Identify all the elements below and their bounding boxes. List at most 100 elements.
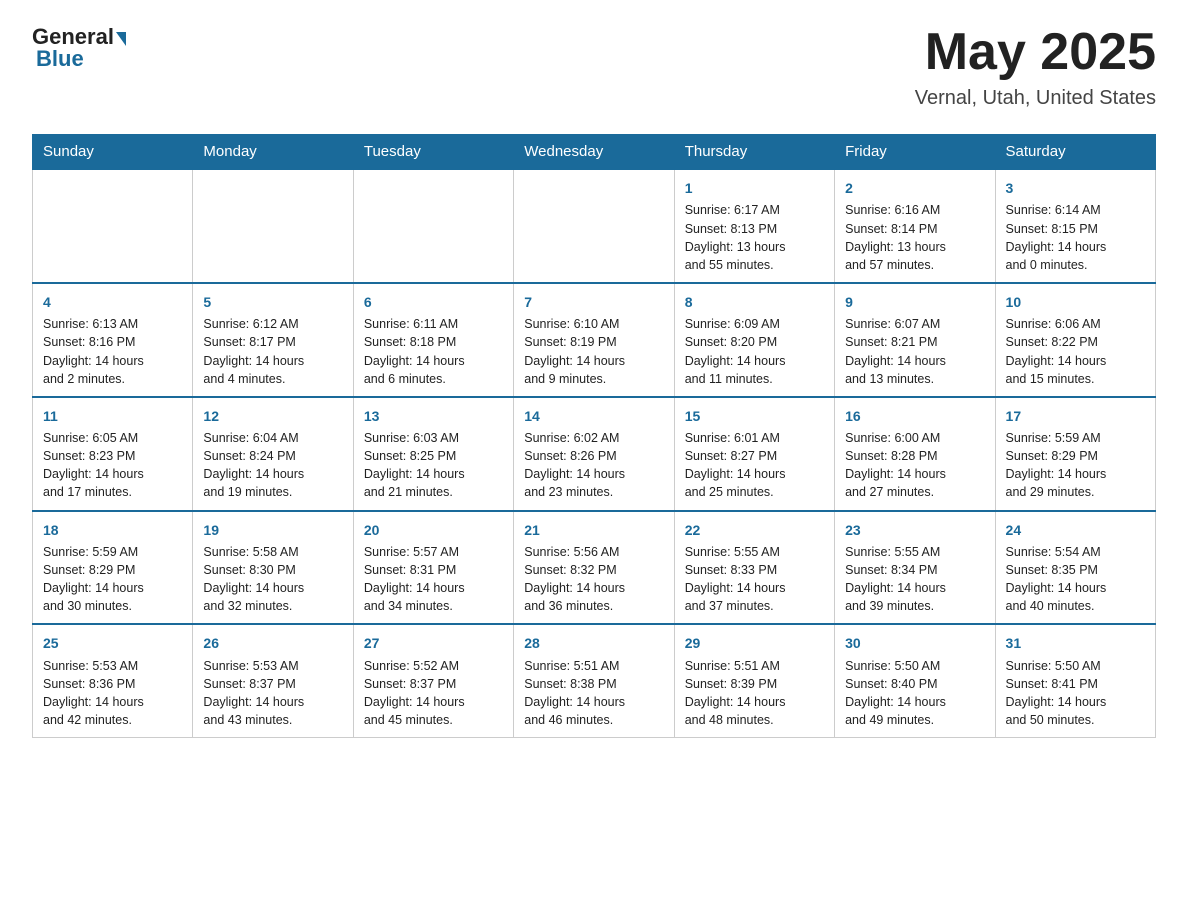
day-info: Sunrise: 6:01 AM Sunset: 8:27 PM Dayligh… xyxy=(685,429,824,502)
calendar-day-cell: 13 Sunrise: 6:03 AM Sunset: 8:25 PM Dayli… xyxy=(353,397,513,511)
calendar-day-cell: 8 Sunrise: 6:09 AM Sunset: 8:20 PM Daylig… xyxy=(674,283,834,397)
day-number: 6 xyxy=(364,292,503,312)
day-info: Sunrise: 6:02 AM Sunset: 8:26 PM Dayligh… xyxy=(524,429,663,502)
day-number: 29 xyxy=(685,633,824,653)
calendar-week-row: 18 Sunrise: 5:59 AM Sunset: 8:29 PM Dayli… xyxy=(33,511,1156,625)
calendar-day-cell: 28 Sunrise: 5:51 AM Sunset: 8:38 PM Dayli… xyxy=(514,624,674,737)
day-number: 27 xyxy=(364,633,503,653)
day-number: 17 xyxy=(1006,406,1145,426)
calendar-table: SundayMondayTuesdayWednesdayThursdayFrid… xyxy=(32,134,1156,738)
day-info: Sunrise: 6:12 AM Sunset: 8:17 PM Dayligh… xyxy=(203,315,342,388)
day-info: Sunrise: 5:50 AM Sunset: 8:40 PM Dayligh… xyxy=(845,657,984,730)
calendar-week-row: 4Sunrise: 6:13 AM Sunset: 8:16 PM Daylig… xyxy=(33,283,1156,397)
calendar-empty-cell xyxy=(193,169,353,283)
calendar-day-cell: 30 Sunrise: 5:50 AM Sunset: 8:40 PM Dayli… xyxy=(835,624,995,737)
day-number: 15 xyxy=(685,406,824,426)
day-number: 26 xyxy=(203,633,342,653)
day-number: 30 xyxy=(845,633,984,653)
calendar-day-cell: 20Sunrise: 5:57 AM Sunset: 8:31 PM Dayli… xyxy=(353,511,513,625)
day-number: 7 xyxy=(524,292,663,312)
day-info: Sunrise: 6:04 AM Sunset: 8:24 PM Dayligh… xyxy=(203,429,342,502)
calendar-day-cell: 29 Sunrise: 5:51 AM Sunset: 8:39 PM Dayli… xyxy=(674,624,834,737)
day-info: Sunrise: 5:53 AM Sunset: 8:36 PM Dayligh… xyxy=(43,657,182,730)
calendar-day-cell: 9 Sunrise: 6:07 AM Sunset: 8:21 PM Daylig… xyxy=(835,283,995,397)
calendar-day-cell: 10 Sunrise: 6:06 AM Sunset: 8:22 PM Dayli… xyxy=(995,283,1155,397)
day-number: 28 xyxy=(524,633,663,653)
calendar-day-cell: 15 Sunrise: 6:01 AM Sunset: 8:27 PM Dayli… xyxy=(674,397,834,511)
calendar-day-cell: 1Sunrise: 6:17 AM Sunset: 8:13 PM Daylig… xyxy=(674,169,834,283)
calendar-header-row: SundayMondayTuesdayWednesdayThursdayFrid… xyxy=(33,135,1156,170)
day-number: 31 xyxy=(1006,633,1145,653)
day-number: 19 xyxy=(203,520,342,540)
day-number: 25 xyxy=(43,633,182,653)
calendar-day-cell: 16 Sunrise: 6:00 AM Sunset: 8:28 PM Dayli… xyxy=(835,397,995,511)
weekday-header-tuesday: Tuesday xyxy=(353,135,513,170)
day-info: Sunrise: 6:11 AM Sunset: 8:18 PM Dayligh… xyxy=(364,315,503,388)
title-block: May 2025 Vernal, Utah, United States xyxy=(915,24,1156,110)
day-number: 21 xyxy=(524,520,663,540)
day-info: Sunrise: 6:09 AM Sunset: 8:20 PM Dayligh… xyxy=(685,315,824,388)
logo-arrow-icon xyxy=(116,32,126,46)
calendar-day-cell: 14Sunrise: 6:02 AM Sunset: 8:26 PM Dayli… xyxy=(514,397,674,511)
day-number: 18 xyxy=(43,520,182,540)
day-number: 10 xyxy=(1006,292,1145,312)
day-number: 16 xyxy=(845,406,984,426)
calendar-week-row: 11 Sunrise: 6:05 AM Sunset: 8:23 PM Dayli… xyxy=(33,397,1156,511)
calendar-day-cell: 19 Sunrise: 5:58 AM Sunset: 8:30 PM Dayli… xyxy=(193,511,353,625)
day-number: 22 xyxy=(685,520,824,540)
day-info: Sunrise: 6:00 AM Sunset: 8:28 PM Dayligh… xyxy=(845,429,984,502)
day-number: 12 xyxy=(203,406,342,426)
day-info: Sunrise: 5:51 AM Sunset: 8:38 PM Dayligh… xyxy=(524,657,663,730)
calendar-day-cell: 17 Sunrise: 5:59 AM Sunset: 8:29 PM Dayli… xyxy=(995,397,1155,511)
day-number: 3 xyxy=(1006,178,1145,198)
calendar-day-cell: 23Sunrise: 5:55 AM Sunset: 8:34 PM Dayli… xyxy=(835,511,995,625)
logo: General Blue xyxy=(32,24,126,72)
day-info: Sunrise: 5:59 AM Sunset: 8:29 PM Dayligh… xyxy=(43,543,182,616)
day-info: Sunrise: 5:56 AM Sunset: 8:32 PM Dayligh… xyxy=(524,543,663,616)
day-info: Sunrise: 5:53 AM Sunset: 8:37 PM Dayligh… xyxy=(203,657,342,730)
calendar-day-cell: 18 Sunrise: 5:59 AM Sunset: 8:29 PM Dayli… xyxy=(33,511,193,625)
calendar-day-cell: 25 Sunrise: 5:53 AM Sunset: 8:36 PM Dayli… xyxy=(33,624,193,737)
calendar-day-cell: 7 Sunrise: 6:10 AM Sunset: 8:19 PM Daylig… xyxy=(514,283,674,397)
day-info: Sunrise: 6:07 AM Sunset: 8:21 PM Dayligh… xyxy=(845,315,984,388)
weekday-header-saturday: Saturday xyxy=(995,135,1155,170)
logo-blue-text: Blue xyxy=(32,46,84,72)
weekday-header-thursday: Thursday xyxy=(674,135,834,170)
day-number: 23 xyxy=(845,520,984,540)
day-number: 5 xyxy=(203,292,342,312)
weekday-header-sunday: Sunday xyxy=(33,135,193,170)
calendar-day-cell: 24 Sunrise: 5:54 AM Sunset: 8:35 PM Dayli… xyxy=(995,511,1155,625)
day-info: Sunrise: 6:16 AM Sunset: 8:14 PM Dayligh… xyxy=(845,201,984,274)
day-number: 2 xyxy=(845,178,984,198)
calendar-week-row: 25 Sunrise: 5:53 AM Sunset: 8:36 PM Dayli… xyxy=(33,624,1156,737)
weekday-header-monday: Monday xyxy=(193,135,353,170)
weekday-header-wednesday: Wednesday xyxy=(514,135,674,170)
page-header: General Blue May 2025 Vernal, Utah, Unit… xyxy=(32,24,1156,110)
calendar-day-cell: 27Sunrise: 5:52 AM Sunset: 8:37 PM Dayli… xyxy=(353,624,513,737)
day-number: 11 xyxy=(43,406,182,426)
day-info: Sunrise: 5:54 AM Sunset: 8:35 PM Dayligh… xyxy=(1006,543,1145,616)
day-info: Sunrise: 6:06 AM Sunset: 8:22 PM Dayligh… xyxy=(1006,315,1145,388)
calendar-day-cell: 4Sunrise: 6:13 AM Sunset: 8:16 PM Daylig… xyxy=(33,283,193,397)
day-info: Sunrise: 5:58 AM Sunset: 8:30 PM Dayligh… xyxy=(203,543,342,616)
day-info: Sunrise: 5:55 AM Sunset: 8:33 PM Dayligh… xyxy=(685,543,824,616)
day-info: Sunrise: 6:14 AM Sunset: 8:15 PM Dayligh… xyxy=(1006,201,1145,274)
day-info: Sunrise: 5:59 AM Sunset: 8:29 PM Dayligh… xyxy=(1006,429,1145,502)
day-info: Sunrise: 5:51 AM Sunset: 8:39 PM Dayligh… xyxy=(685,657,824,730)
calendar-empty-cell xyxy=(514,169,674,283)
day-number: 8 xyxy=(685,292,824,312)
calendar-day-cell: 22 Sunrise: 5:55 AM Sunset: 8:33 PM Dayli… xyxy=(674,511,834,625)
day-info: Sunrise: 6:05 AM Sunset: 8:23 PM Dayligh… xyxy=(43,429,182,502)
calendar-day-cell: 11 Sunrise: 6:05 AM Sunset: 8:23 PM Dayli… xyxy=(33,397,193,511)
day-info: Sunrise: 5:50 AM Sunset: 8:41 PM Dayligh… xyxy=(1006,657,1145,730)
day-number: 24 xyxy=(1006,520,1145,540)
calendar-day-cell: 2 Sunrise: 6:16 AM Sunset: 8:14 PM Daylig… xyxy=(835,169,995,283)
day-number: 9 xyxy=(845,292,984,312)
day-info: Sunrise: 6:03 AM Sunset: 8:25 PM Dayligh… xyxy=(364,429,503,502)
day-number: 13 xyxy=(364,406,503,426)
day-number: 1 xyxy=(685,178,824,198)
location-title: Vernal, Utah, United States xyxy=(915,87,1156,110)
day-info: Sunrise: 6:10 AM Sunset: 8:19 PM Dayligh… xyxy=(524,315,663,388)
month-title: May 2025 xyxy=(915,24,1156,81)
calendar-empty-cell xyxy=(33,169,193,283)
